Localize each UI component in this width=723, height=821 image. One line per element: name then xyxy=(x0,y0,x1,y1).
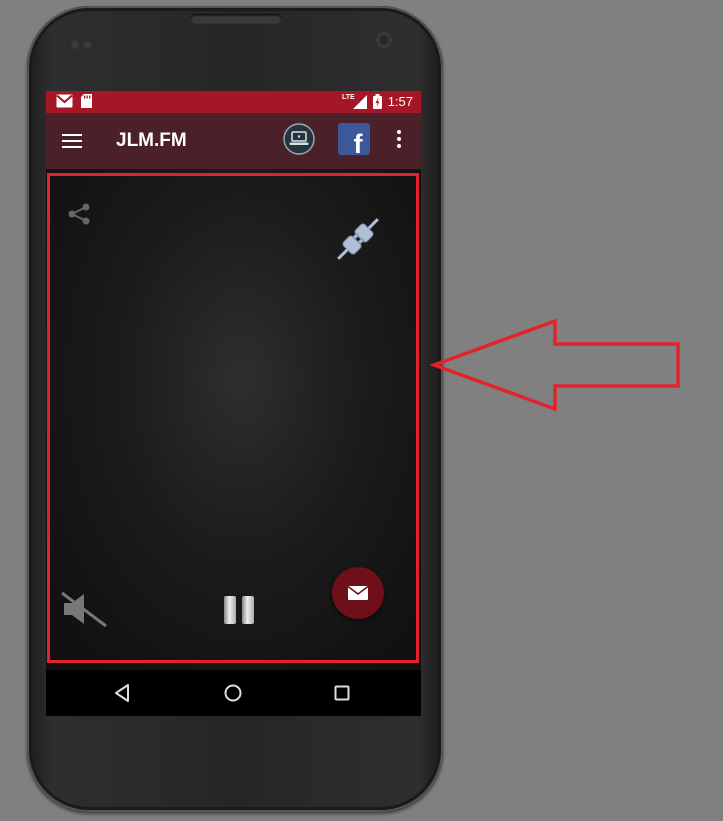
facebook-glyph: f xyxy=(353,129,363,155)
network-type: LTE xyxy=(341,94,355,101)
earpiece-speaker xyxy=(190,14,282,24)
home-icon[interactable] xyxy=(222,682,244,704)
mail-button[interactable] xyxy=(332,567,384,619)
laptop-icon[interactable] xyxy=(283,123,315,155)
menu-icon[interactable] xyxy=(62,131,82,151)
back-icon[interactable] xyxy=(112,682,134,704)
phone-screen: LTE 1:57 JLM.FM f xyxy=(46,91,421,716)
navigation-bar xyxy=(46,670,421,716)
plug-icon[interactable] xyxy=(328,209,388,269)
sd-card-icon xyxy=(81,94,92,108)
sensor-dots xyxy=(71,36,97,49)
overflow-menu-icon[interactable] xyxy=(392,127,406,153)
status-time: 1:57 xyxy=(387,94,413,109)
player-area xyxy=(46,169,421,670)
app-title: JLM.FM xyxy=(116,130,187,151)
share-icon[interactable] xyxy=(64,199,94,229)
mute-icon[interactable] xyxy=(58,589,114,629)
front-camera xyxy=(376,32,392,48)
battery-charging-icon xyxy=(372,94,382,109)
recents-icon[interactable] xyxy=(331,682,353,704)
mail-icon xyxy=(347,585,369,600)
gmail-icon xyxy=(56,94,73,108)
facebook-icon[interactable]: f xyxy=(338,123,370,155)
app-toolbar: JLM.FM f xyxy=(46,113,421,169)
pause-icon[interactable] xyxy=(222,594,258,628)
status-bar: LTE 1:57 xyxy=(46,91,421,113)
annotation-arrow xyxy=(430,318,680,412)
